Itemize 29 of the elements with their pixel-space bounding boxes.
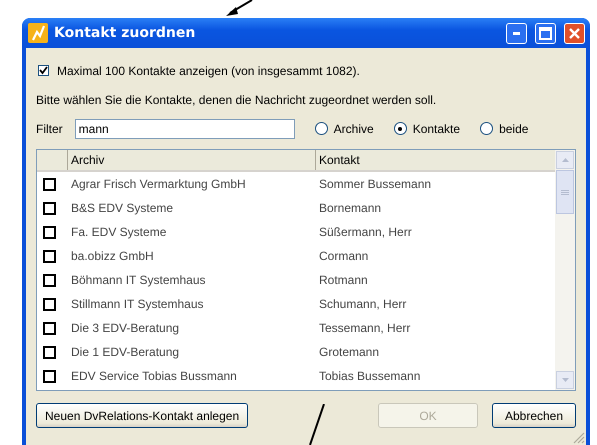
column-header[interactable]: Archiv <box>67 150 315 170</box>
table-cell-text: EDV Service Tobias Bussmann <box>70 369 238 383</box>
table-cell-text: Rotmann <box>318 273 369 287</box>
radio-label: beide <box>499 122 528 136</box>
table-cell-text: Schumann, Herr <box>318 297 408 311</box>
table-cell-text: Stillmann IT Systemhaus <box>70 297 204 311</box>
table-cell-text: Grotemann <box>318 345 380 359</box>
radio-label: Archive <box>334 122 374 136</box>
table-cell-text: Die 3 EDV-Beratung <box>70 321 180 335</box>
radio-label: Kontakte <box>412 122 460 136</box>
table-cell-text: Süßermann, Herr <box>318 225 413 239</box>
table-cell-text: Cormann <box>318 249 370 263</box>
table-cell-text: ba.obizz GmbH <box>70 249 155 263</box>
table-cell-text: Tobias Bussemann <box>318 369 422 383</box>
table-cell-text: Bornemann <box>318 201 382 215</box>
table-cell-text: Fa. EDV Systeme <box>70 225 168 239</box>
table-cell-text: B&S EDV Systeme <box>70 201 174 215</box>
instruction-text: Bitte wählen Sie die Kontakte, denen die Nachricht zugeordnet werden soll. <box>36 92 436 106</box>
dialog-button[interactable]: Abbrechen <box>492 403 576 428</box>
table-cell-text: Tessemann, Herr <box>318 321 412 335</box>
table-cell-text: Böhmann IT Systemhaus <box>70 273 207 287</box>
dialog-button[interactable]: Neuen DvRelations-Kontakt anlegen <box>36 403 248 428</box>
table-cell-text: Sommer Bussemann <box>318 177 432 191</box>
window-title: Kontakt zuordnen <box>54 25 196 41</box>
table-cell-text: Agrar Frisch Vermarktung GmbH <box>70 177 247 191</box>
filter-label: Filter <box>36 122 63 136</box>
filter-field[interactable]: mann <box>74 118 295 138</box>
table-cell-text: Die 1 EDV-Beratung <box>70 345 180 359</box>
checkbox-label: Maximal 100 Kontakte anzeigen (von insgesammt 1082). <box>57 64 360 78</box>
